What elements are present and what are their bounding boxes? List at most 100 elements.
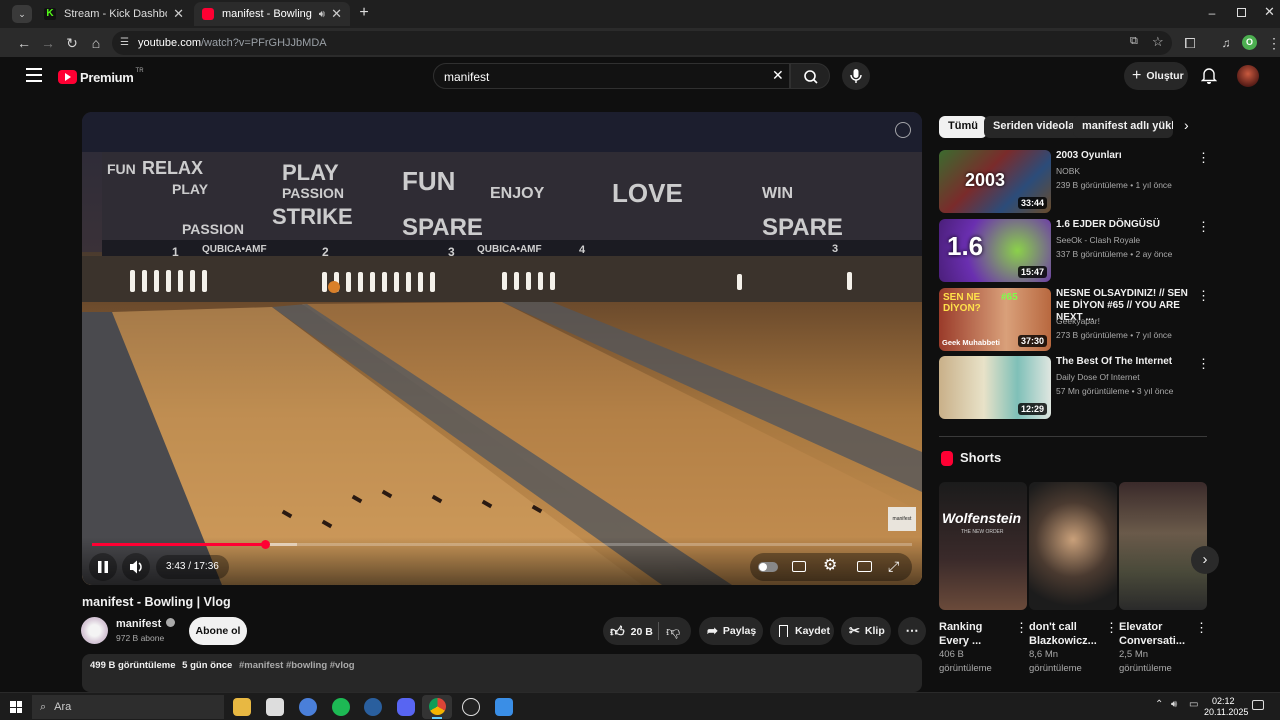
progress-track[interactable] bbox=[92, 540, 912, 549]
more-options-icon[interactable]: ⋮ bbox=[1197, 288, 1210, 304]
share-label: Paylaş bbox=[722, 625, 757, 637]
extensions-icon[interactable]: ⧠ bbox=[1181, 34, 1199, 52]
new-tab-button[interactable]: + bbox=[356, 5, 372, 21]
theater-mode-icon[interactable] bbox=[857, 561, 872, 572]
settings-gear-icon[interactable]: ⚙ bbox=[823, 555, 837, 575]
banner-word: PASSION bbox=[282, 185, 344, 201]
more-options-icon[interactable]: ⋮ bbox=[1197, 219, 1210, 235]
banner-word: SPARE bbox=[402, 214, 483, 241]
clear-search-icon[interactable]: ✕ bbox=[772, 67, 784, 84]
like-button[interactable]: 👍︎ 20 B bbox=[610, 623, 653, 640]
back-arrow-icon[interactable]: ← bbox=[15, 34, 33, 52]
close-icon[interactable]: ✕ bbox=[173, 6, 184, 22]
app-icon[interactable] bbox=[462, 698, 480, 716]
video-player[interactable]: FUN RELAX PLAY PASSION STRIKE FUN SPARE … bbox=[82, 112, 922, 585]
view-count: 499 B görüntüleme bbox=[90, 660, 176, 671]
shorts-next-button[interactable]: › bbox=[1191, 546, 1219, 574]
search-button[interactable] bbox=[790, 63, 830, 89]
thumbnail-text: SEN NE DİYON? bbox=[943, 292, 981, 314]
clip-button[interactable]: ✂ Klip bbox=[841, 617, 891, 645]
channel-avatar[interactable] bbox=[81, 617, 108, 644]
chevron-right-icon[interactable]: › bbox=[1184, 117, 1189, 133]
volume-tray-icon[interactable]: 🔊︎ bbox=[1171, 699, 1177, 710]
reload-icon[interactable]: ↻ bbox=[63, 34, 81, 52]
app-icon[interactable] bbox=[299, 698, 317, 716]
youtube-logo[interactable]: Premium TR bbox=[58, 68, 144, 86]
brand-sign: QUBICA•AMF bbox=[202, 244, 267, 255]
more-options-icon[interactable]: ⋮ bbox=[1197, 150, 1210, 166]
more-options-icon[interactable]: ⋮ bbox=[1197, 356, 1210, 372]
app-icon[interactable] bbox=[495, 698, 513, 716]
tab-kick-dashboard[interactable]: K Stream - Kick Dashboard ✕ bbox=[36, 2, 192, 26]
site-info-icon[interactable]: ☰ bbox=[120, 37, 132, 49]
subscriber-count: 972 B abone bbox=[116, 633, 165, 643]
minimize-button[interactable]: – bbox=[1205, 6, 1219, 20]
bookmark-star-icon[interactable]: ☆ bbox=[1152, 34, 1164, 50]
create-label: Oluştur bbox=[1146, 70, 1184, 82]
autoplay-toggle[interactable] bbox=[758, 562, 778, 572]
chip-uploader[interactable]: manifest adlı yükleyici bbox=[1073, 116, 1173, 138]
search-input[interactable]: manifest bbox=[433, 63, 790, 89]
close-icon[interactable]: ✕ bbox=[331, 6, 342, 22]
recommendation-item[interactable]: SEN NE DİYON? #65 Geek Muhabbeti 37:30 N… bbox=[939, 288, 1210, 352]
notification-center-icon[interactable] bbox=[1252, 700, 1264, 710]
steam-icon[interactable] bbox=[364, 698, 382, 716]
media-control-icon[interactable]: ♫ bbox=[1217, 34, 1235, 52]
progress-fill bbox=[92, 543, 266, 546]
taskbar-search[interactable]: ⌕ Ara bbox=[32, 695, 224, 719]
subscribe-button[interactable]: Abone ol bbox=[189, 617, 247, 645]
maximize-button[interactable] bbox=[1237, 8, 1246, 17]
save-button[interactable]: Kaydet bbox=[770, 617, 834, 645]
more-actions-button[interactable]: ⋯ bbox=[898, 617, 926, 645]
duration-badge: 12:29 bbox=[1017, 403, 1047, 415]
player-controls: 3:43 / 17:36 ⚙ ⤢ bbox=[82, 537, 922, 585]
create-button[interactable]: + Oluştur bbox=[1124, 62, 1188, 90]
banner-word: RELAX bbox=[142, 158, 203, 178]
pause-button[interactable] bbox=[89, 553, 117, 581]
voice-search-button[interactable] bbox=[842, 62, 870, 90]
recommendation-item[interactable]: 2003 33:44 2003 Oyunları NOBK 239 B görü… bbox=[939, 150, 1210, 214]
account-avatar[interactable] bbox=[1237, 65, 1259, 87]
progress-scrubber[interactable] bbox=[261, 540, 271, 549]
address-bar[interactable]: ☰ youtube.com/watch?v=PFrGHJJbMDA ⧉ ☆ bbox=[112, 31, 1172, 55]
close-window-button[interactable]: ✕ bbox=[1264, 4, 1275, 20]
volume-button[interactable] bbox=[122, 553, 150, 581]
network-tray-icon[interactable]: ▭ bbox=[1189, 699, 1198, 710]
more-options-icon[interactable]: ⋮ bbox=[1015, 620, 1028, 636]
video-thumbnail: SEN NE DİYON? #65 Geek Muhabbeti 37:30 bbox=[939, 288, 1051, 351]
share-button[interactable]: ➦ Paylaş bbox=[699, 617, 763, 645]
notifications-bell-icon[interactable] bbox=[1200, 67, 1218, 84]
search-value: manifest bbox=[444, 70, 490, 84]
spotify-icon[interactable] bbox=[332, 698, 350, 716]
fullscreen-icon[interactable]: ⤢ bbox=[888, 558, 899, 575]
file-explorer-icon[interactable] bbox=[233, 698, 251, 716]
subtitles-icon[interactable] bbox=[792, 561, 806, 572]
guide-menu-icon[interactable] bbox=[26, 68, 42, 82]
home-icon[interactable]: ⌂ bbox=[87, 34, 105, 52]
install-app-icon[interactable]: ⧉ bbox=[1130, 35, 1138, 48]
browser-menu-icon[interactable]: ⋮ bbox=[1265, 34, 1280, 52]
clock-date[interactable]: 20.11.2025 bbox=[1204, 707, 1248, 717]
profile-avatar[interactable]: O bbox=[1242, 35, 1257, 50]
more-options-icon[interactable]: ⋮ bbox=[1195, 620, 1208, 636]
discord-icon[interactable] bbox=[397, 698, 415, 716]
system-tray-chevron-icon[interactable]: ⌃ bbox=[1155, 699, 1163, 710]
channel-name[interactable]: manifest bbox=[116, 618, 176, 630]
thumbnail-subtext: THE NEW ORDER bbox=[961, 529, 1004, 535]
chrome-taskbar-active[interactable] bbox=[422, 695, 452, 719]
description-box[interactable]: 499 B görüntüleme 5 gün önce #manifest #… bbox=[82, 654, 922, 692]
windows-start-icon[interactable] bbox=[10, 701, 22, 713]
chip-all[interactable]: Tümü bbox=[939, 116, 987, 138]
recommendation-item[interactable]: 1.6 15:47 1.6 EJDER DÖNGÜSÜ SeeOk - Clas… bbox=[939, 219, 1210, 283]
clock-time[interactable]: 02:12 bbox=[1212, 696, 1235, 706]
info-icon[interactable] bbox=[895, 122, 911, 138]
recommendation-item[interactable]: 12:29 The Best Of The Internet Daily Dos… bbox=[939, 356, 1210, 420]
tab-search-button[interactable]: ⌄ bbox=[12, 5, 32, 23]
app-icon[interactable] bbox=[266, 698, 284, 716]
forward-arrow-icon[interactable]: → bbox=[39, 34, 57, 52]
dislike-button[interactable]: 👎︎ bbox=[666, 623, 680, 640]
more-options-icon[interactable]: ⋮ bbox=[1105, 620, 1118, 636]
subscribe-label: Abone ol bbox=[195, 625, 241, 637]
tab-youtube-video[interactable]: manifest - Bowling | Vlog 🔊︎ ✕ bbox=[194, 2, 350, 26]
speaker-icon[interactable]: 🔊︎ bbox=[319, 9, 325, 20]
